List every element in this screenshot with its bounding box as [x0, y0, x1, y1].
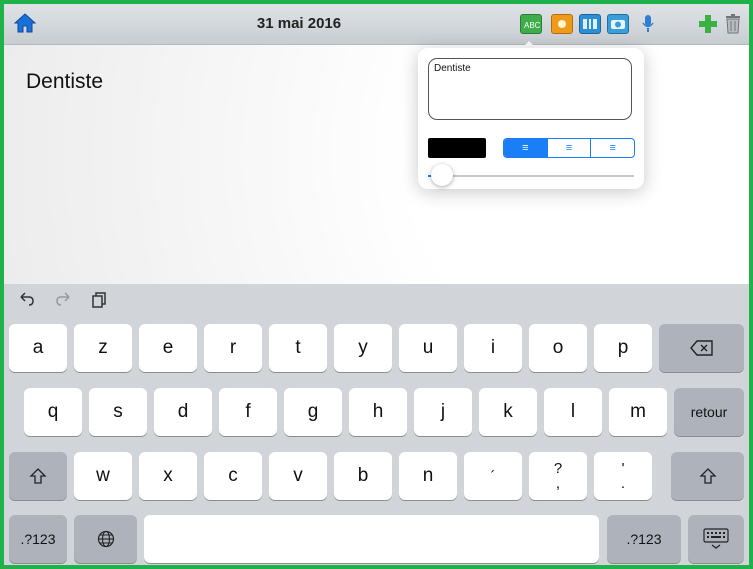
- key-question-comma-top: ?: [553, 460, 563, 477]
- key-apostrophe-period-top: ': [621, 460, 625, 477]
- shift-icon: [29, 468, 47, 484]
- page-text-item[interactable]: Dentiste: [26, 70, 103, 94]
- shift-key-right[interactable]: [671, 452, 744, 500]
- key-acute-accent-top: ´: [490, 467, 496, 485]
- key-question-comma[interactable]: ? ,: [529, 452, 587, 500]
- svg-text:ABC: ABC: [524, 21, 541, 30]
- shift-key-left[interactable]: [9, 452, 67, 500]
- key-a[interactable]: a: [9, 324, 67, 372]
- key-acute-accent[interactable]: ´: [464, 452, 522, 500]
- app-frame: 31 mai 2016 ABC Dentiste Dentiste ≡ ≡ ≡ …: [0, 0, 753, 569]
- key-question-comma-bottom: ,: [555, 475, 561, 492]
- keyboard: a z e r t y u i o p q s d f g h j k l m …: [4, 284, 749, 565]
- top-toolbar: 31 mai 2016 ABC: [4, 4, 749, 45]
- key-l[interactable]: l: [544, 388, 602, 436]
- key-r[interactable]: r: [204, 324, 262, 372]
- text-format-popover: Dentiste ≡ ≡ ≡: [418, 48, 644, 189]
- key-v[interactable]: v: [269, 452, 327, 500]
- font-size-slider-thumb[interactable]: [431, 164, 453, 186]
- key-c[interactable]: c: [204, 452, 262, 500]
- key-p[interactable]: p: [594, 324, 652, 372]
- key-x[interactable]: x: [139, 452, 197, 500]
- font-size-slider-track: [428, 175, 634, 177]
- key-z[interactable]: z: [74, 324, 132, 372]
- key-y[interactable]: y: [334, 324, 392, 372]
- numbers-key-right[interactable]: .?123: [607, 515, 681, 563]
- key-t[interactable]: t: [269, 324, 327, 372]
- text-color-swatch[interactable]: [428, 138, 486, 158]
- space-key[interactable]: [144, 515, 599, 563]
- camera-icon[interactable]: [607, 14, 629, 34]
- key-j[interactable]: j: [414, 388, 472, 436]
- undo-icon[interactable]: [18, 292, 34, 309]
- key-g[interactable]: g: [284, 388, 342, 436]
- photo-icon[interactable]: [551, 14, 573, 34]
- align-center-button[interactable]: ≡: [546, 139, 591, 157]
- key-apostrophe-period-bottom: .: [620, 475, 626, 492]
- globe-icon: [97, 530, 114, 548]
- align-right-button[interactable]: ≡: [590, 139, 634, 157]
- date-label: 31 mai 2016: [256, 15, 342, 32]
- key-n[interactable]: n: [399, 452, 457, 500]
- key-w[interactable]: w: [74, 452, 132, 500]
- backspace-key[interactable]: [659, 324, 744, 372]
- dismiss-keyboard-key[interactable]: [688, 515, 744, 563]
- key-s[interactable]: s: [89, 388, 147, 436]
- microphone-icon[interactable]: [638, 14, 658, 32]
- key-i[interactable]: i: [464, 324, 522, 372]
- text-tool-icon[interactable]: ABC: [520, 14, 542, 34]
- key-u[interactable]: u: [399, 324, 457, 372]
- keyboard-hide-icon: [703, 528, 729, 549]
- paste-icon[interactable]: [92, 292, 106, 311]
- key-f[interactable]: f: [219, 388, 277, 436]
- home-icon[interactable]: [13, 12, 37, 34]
- shift-icon: [698, 468, 717, 484]
- video-icon[interactable]: [579, 14, 601, 34]
- numbers-key-left[interactable]: .?123: [9, 515, 67, 563]
- globe-key[interactable]: [74, 515, 137, 563]
- return-key[interactable]: retour: [674, 388, 744, 436]
- align-left-button[interactable]: ≡: [504, 139, 547, 157]
- key-k[interactable]: k: [479, 388, 537, 436]
- key-b[interactable]: b: [334, 452, 392, 500]
- alignment-segmented-control: ≡ ≡ ≡: [503, 138, 635, 158]
- trash-icon[interactable]: [724, 14, 744, 34]
- text-edit-field[interactable]: Dentiste: [428, 58, 632, 120]
- redo-icon[interactable]: [56, 292, 72, 309]
- add-icon[interactable]: [698, 14, 718, 33]
- key-q[interactable]: q: [24, 388, 82, 436]
- key-e[interactable]: e: [139, 324, 197, 372]
- backspace-icon: [689, 340, 713, 356]
- key-h[interactable]: h: [349, 388, 407, 436]
- key-apostrophe-period[interactable]: ' .: [594, 452, 652, 500]
- key-d[interactable]: d: [154, 388, 212, 436]
- key-o[interactable]: o: [529, 324, 587, 372]
- key-m[interactable]: m: [609, 388, 667, 436]
